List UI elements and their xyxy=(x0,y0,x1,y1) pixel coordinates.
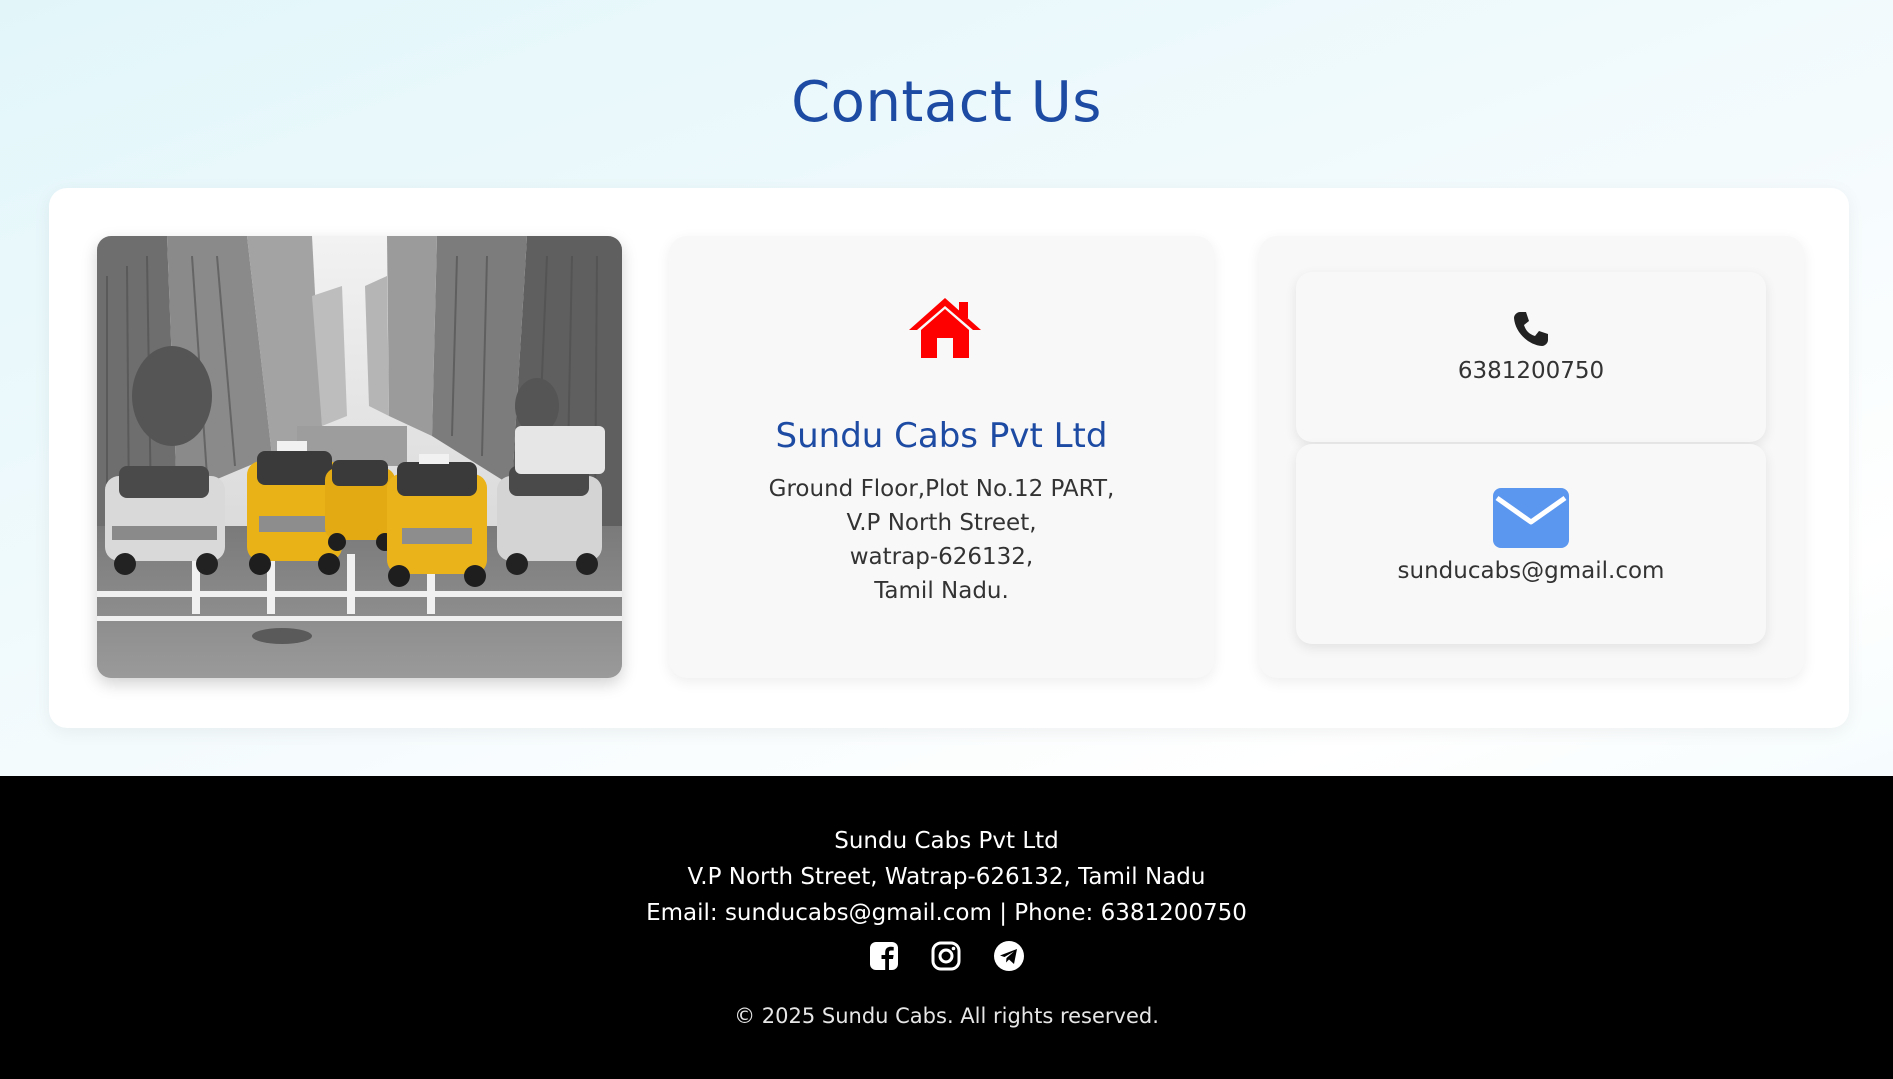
footer-address: V.P North Street, Watrap-626132, Tamil N… xyxy=(687,864,1206,890)
address-line: watrap-626132, xyxy=(849,544,1034,570)
footer-company-name: Sundu Cabs Pvt Ltd xyxy=(834,828,1059,854)
copyright-text: © 2025 Sundu Cabs. All rights reserved. xyxy=(734,1004,1159,1028)
home-icon xyxy=(909,298,981,358)
contact-panel: Sundu Cabs Pvt Ltd Ground Floor,Plot No.… xyxy=(49,188,1849,728)
address-line: Tamil Nadu. xyxy=(874,578,1009,604)
phone-icon xyxy=(1514,312,1548,346)
page-title: Contact Us xyxy=(791,70,1102,135)
phone-card: 6381200750 xyxy=(1296,272,1766,442)
facebook-icon[interactable] xyxy=(868,940,900,972)
company-name: Sundu Cabs Pvt Ltd xyxy=(775,416,1108,456)
email-card: sunducabs@gmail.com xyxy=(1296,444,1766,644)
instagram-icon[interactable] xyxy=(930,940,962,972)
envelope-icon xyxy=(1493,488,1569,548)
taxi-street-photo xyxy=(97,236,622,678)
site-footer: Sundu Cabs Pvt Ltd V.P North Street, Wat… xyxy=(0,776,1893,1079)
phone-number[interactable]: 6381200750 xyxy=(1296,358,1766,384)
contact-details-card: 6381200750 sunducabs@gmail.com xyxy=(1259,236,1804,678)
social-links xyxy=(0,940,1893,974)
address-line: Ground Floor,Plot No.12 PART, xyxy=(768,476,1115,502)
footer-contact: Email: sunducabs@gmail.com | Phone: 6381… xyxy=(646,900,1247,926)
email-address[interactable]: sunducabs@gmail.com xyxy=(1296,558,1766,584)
telegram-icon[interactable] xyxy=(993,940,1025,972)
address-line: V.P North Street, xyxy=(846,510,1037,536)
address-lines: Ground Floor,Plot No.12 PART, V.P North … xyxy=(669,472,1214,608)
address-card: Sundu Cabs Pvt Ltd Ground Floor,Plot No.… xyxy=(669,236,1214,678)
